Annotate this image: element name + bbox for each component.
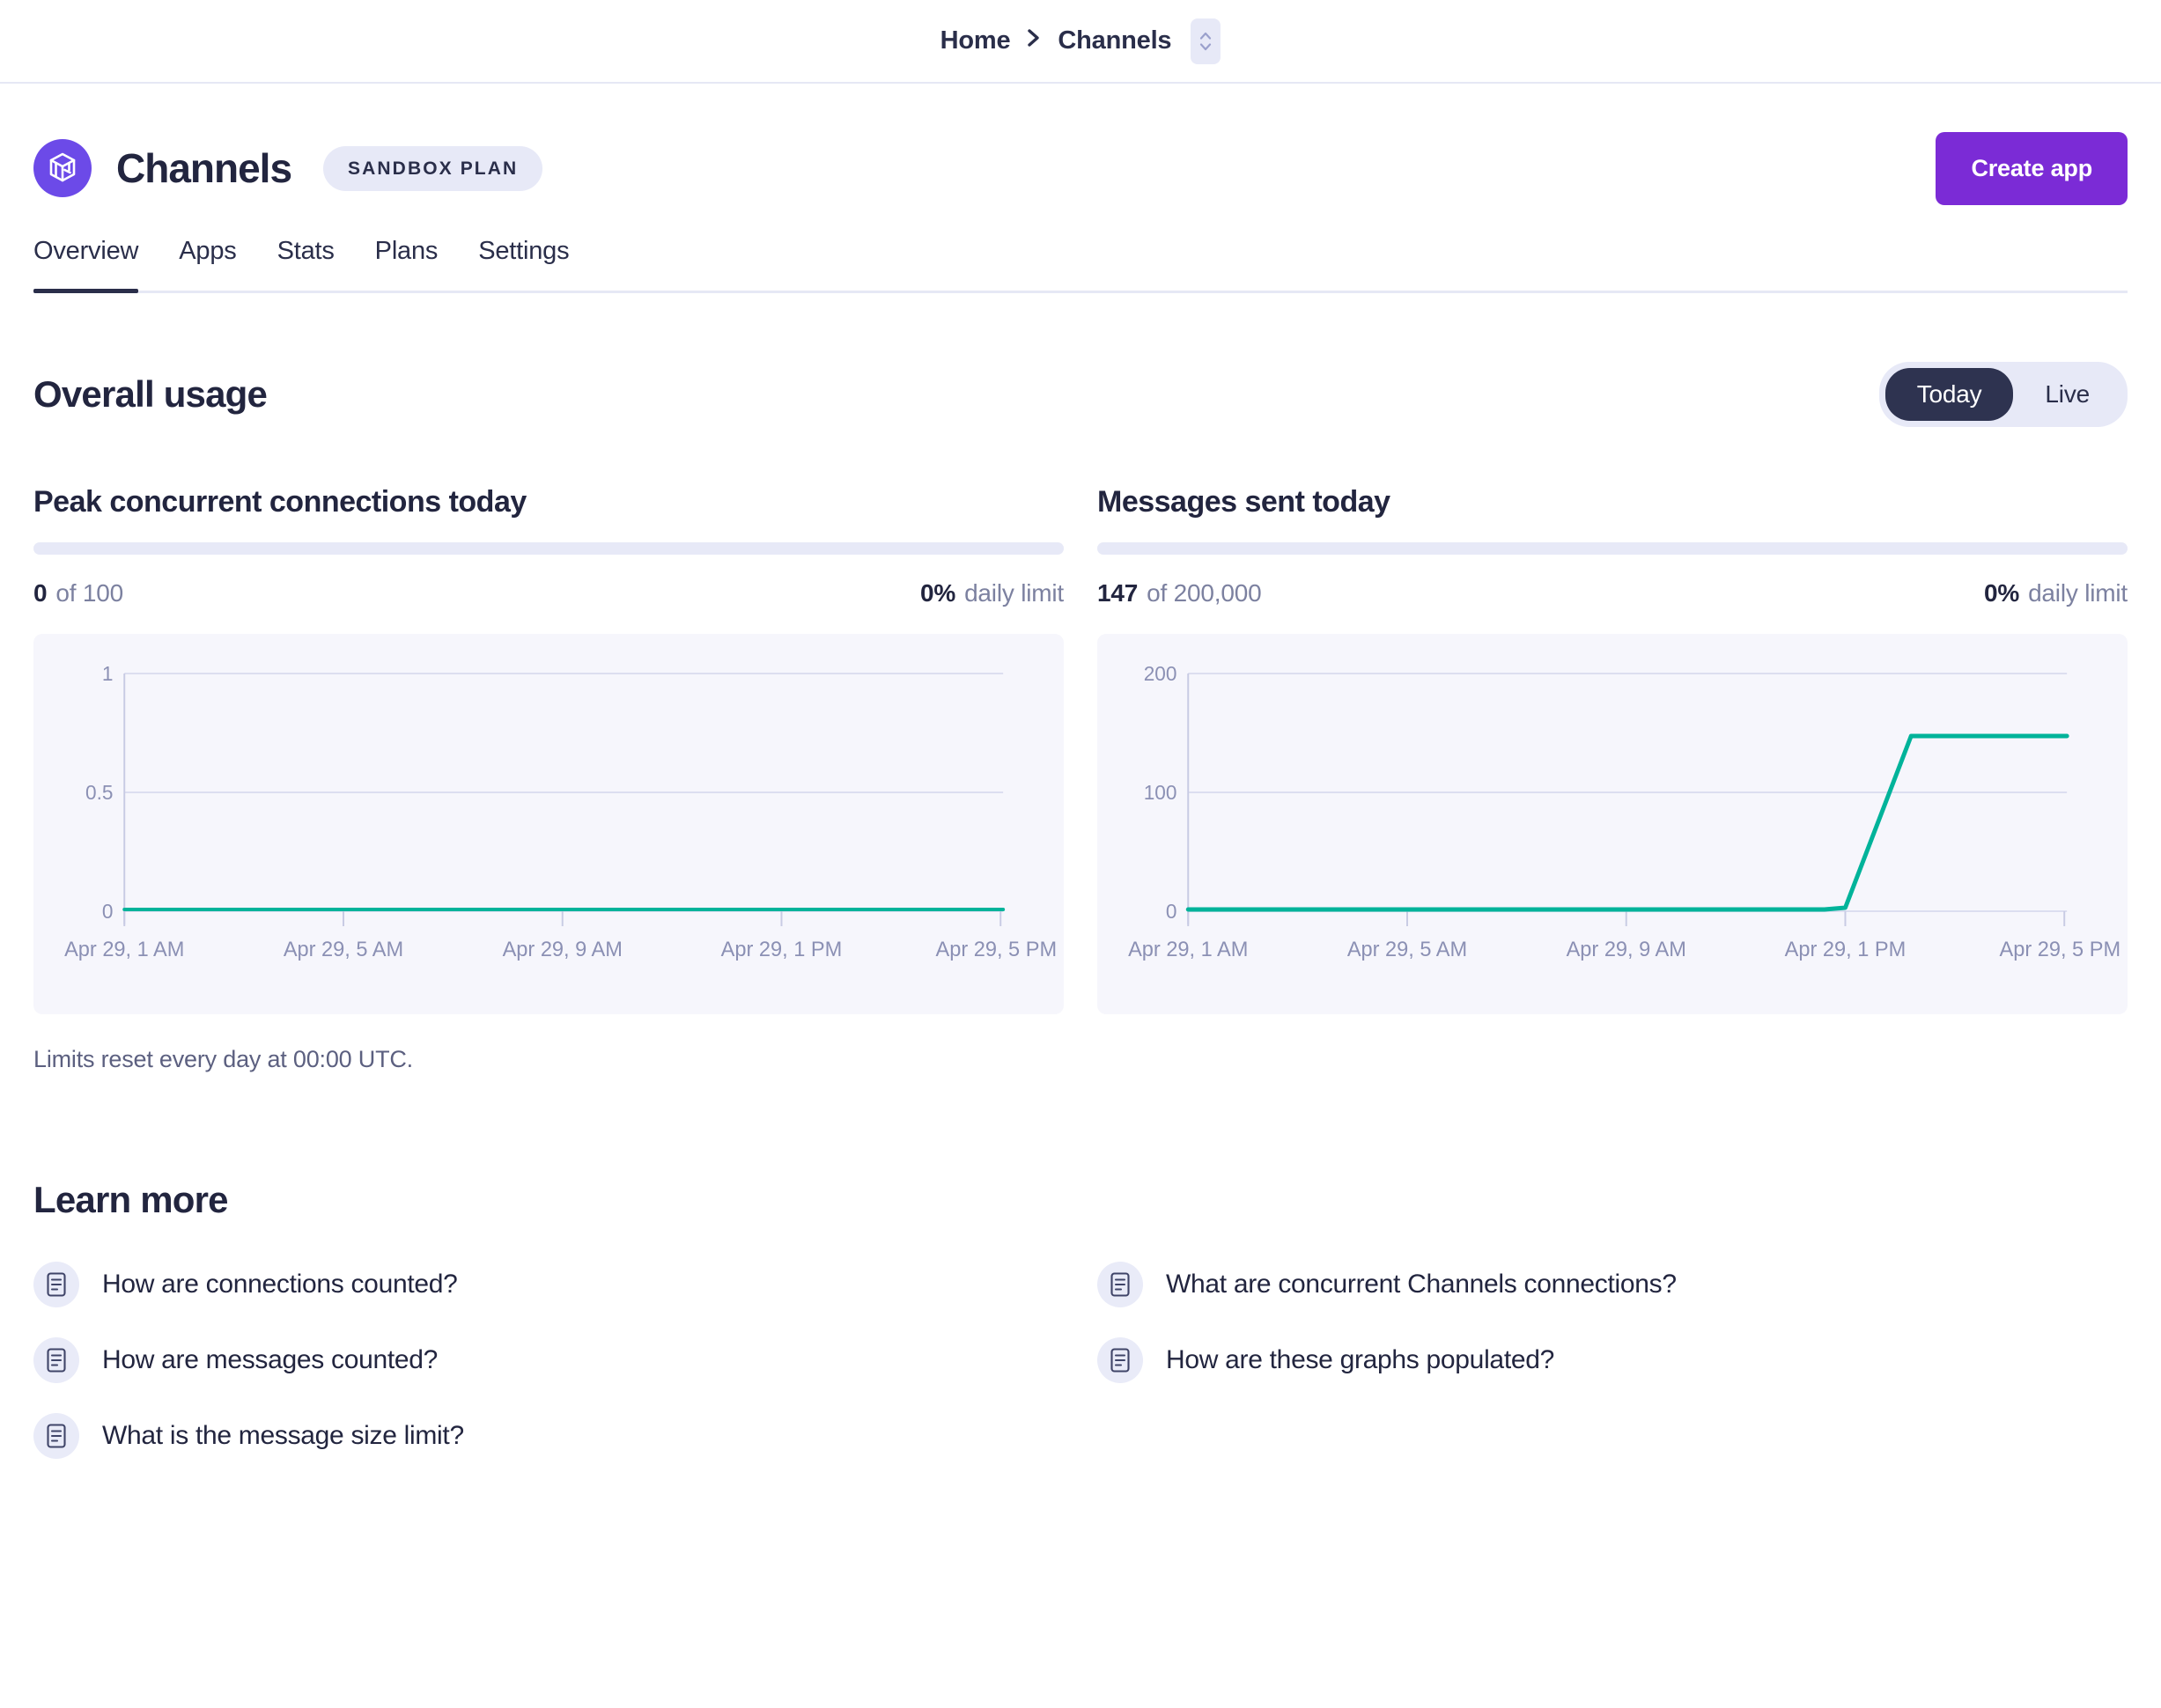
messages-progress-bar [1097, 542, 2128, 555]
create-app-button[interactable]: Create app [1936, 131, 2128, 205]
learn-more-grid: How are connections counted? How are mes… [33, 1262, 2128, 1489]
learn-link-how-messages-counted[interactable]: How are messages counted? [33, 1337, 1064, 1383]
overall-usage-header: Overall usage Today Live [33, 362, 2128, 427]
messages-ytick-100: 100 [1144, 781, 1177, 804]
range-toggle: Today Live [1878, 362, 2128, 427]
tab-stats[interactable]: Stats [277, 237, 335, 291]
learn-link-how-connections-counted[interactable]: How are connections counted? [33, 1262, 1064, 1307]
learn-link-label: How are connections counted? [102, 1270, 458, 1299]
app-header: Channels SANDBOX PLAN Create app [33, 84, 2128, 233]
messages-percent-suffix: daily limit [2028, 579, 2128, 607]
page-title: Channels [116, 145, 292, 191]
breadcrumb-chevron-right-icon [1026, 27, 1042, 53]
messages-line-chart: 200 100 0 Apr 29, 1 AM Apr 29, 5 AM Apr … [1128, 662, 2121, 961]
document-icon [1097, 1262, 1143, 1307]
plan-badge: SANDBOX PLAN [323, 145, 543, 191]
tab-settings[interactable]: Settings [478, 237, 569, 291]
learn-link-what-are-concurrent-connections[interactable]: What are concurrent Channels connections… [1097, 1262, 2128, 1307]
connections-limit-text: of 100 [55, 579, 124, 607]
breadcrumb-bar: Home Channels [0, 0, 2161, 84]
connections-ytick-05: 0.5 [85, 781, 113, 804]
learn-link-label: What is the message size limit? [102, 1421, 464, 1450]
messages-limit-text: of 200,000 [1147, 579, 1262, 607]
nav-tabs: Overview Apps Stats Plans Settings [33, 237, 2128, 293]
tab-overview[interactable]: Overview [33, 237, 139, 293]
connections-xtick-3: Apr 29, 1 PM [721, 938, 843, 961]
document-icon [1097, 1337, 1143, 1383]
tab-plans[interactable]: Plans [375, 237, 439, 291]
connections-ytick-0: 0 [102, 900, 114, 923]
document-icon [33, 1337, 79, 1383]
connections-xtick-0: Apr 29, 1 AM [64, 938, 184, 961]
messages-xtick-0: Apr 29, 1 AM [1128, 938, 1248, 961]
learn-link-how-graphs-populated[interactable]: How are these graphs populated? [1097, 1337, 2128, 1383]
breadcrumb: Home Channels [940, 18, 1221, 64]
chevron-up-down-icon [1198, 28, 1213, 55]
messages-card-title: Messages sent today [1097, 485, 1390, 519]
learn-more-right-column: What are concurrent Channels connections… [1097, 1262, 2128, 1489]
connections-xtick-4: Apr 29, 5 PM [936, 938, 1058, 961]
connections-line-chart: 1 0.5 0 Apr 29, 1 AM Apr 29, 5 AM Apr 29… [64, 662, 1058, 961]
usage-cards-grid: Peak concurrent connections today 0 of 1… [33, 485, 2128, 1073]
connections-xtick-2: Apr 29, 9 AM [503, 938, 623, 961]
connections-card-title: Peak concurrent connections today [33, 485, 527, 519]
messages-xtick-4: Apr 29, 5 PM [2000, 938, 2121, 961]
tab-apps[interactable]: Apps [179, 237, 237, 291]
connections-ytick-1: 1 [102, 662, 114, 685]
overall-usage-title: Overall usage [33, 373, 268, 415]
connections-xtick-1: Apr 29, 5 AM [284, 938, 403, 961]
learn-link-label: How are messages counted? [102, 1345, 439, 1374]
messages-value: 147 [1097, 579, 1139, 607]
breadcrumb-current-item[interactable]: Channels [1058, 26, 1171, 55]
messages-xtick-3: Apr 29, 1 PM [1785, 938, 1907, 961]
learn-link-label: What are concurrent Channels connections… [1166, 1270, 1677, 1299]
limits-reset-note: Limits reset every day at 00:00 UTC. [33, 1046, 413, 1072]
connections-stats-row: 0 of 100 0% daily limit [33, 579, 1064, 607]
messages-xtick-1: Apr 29, 5 AM [1347, 938, 1467, 961]
page-container: Channels SANDBOX PLAN Create app Overvie… [0, 84, 2161, 1489]
messages-ytick-200: 200 [1144, 662, 1177, 685]
messages-chart-panel[interactable]: 200 100 0 Apr 29, 1 AM Apr 29, 5 AM Apr … [1097, 634, 2128, 1014]
connections-chart-panel[interactable]: 1 0.5 0 Apr 29, 1 AM Apr 29, 5 AM Apr 29… [33, 634, 1064, 1014]
document-icon [33, 1262, 79, 1307]
learn-more-left-column: How are connections counted? How are mes… [33, 1262, 1064, 1489]
messages-stats-row: 147 of 200,000 0% daily limit [1097, 579, 2128, 607]
learn-more-title: Learn more [33, 1179, 229, 1220]
breadcrumb-home-link[interactable]: Home [940, 26, 1011, 55]
messages-xtick-2: Apr 29, 9 AM [1567, 938, 1686, 961]
connections-percent-suffix: daily limit [964, 579, 1064, 607]
usage-card-connections: Peak concurrent connections today 0 of 1… [33, 485, 1064, 1073]
learn-link-message-size-limit[interactable]: What is the message size limit? [33, 1413, 1064, 1459]
product-switcher-button[interactable] [1191, 18, 1221, 64]
range-option-today[interactable]: Today [1884, 368, 2014, 421]
document-icon [33, 1413, 79, 1459]
usage-card-messages: Messages sent today 147 of 200,000 0% da… [1097, 485, 2128, 1073]
messages-percent: 0% [1983, 579, 2020, 607]
connections-percent: 0% [919, 579, 956, 607]
learn-link-label: How are these graphs populated? [1166, 1345, 1555, 1374]
messages-ytick-0: 0 [1166, 900, 1177, 923]
range-option-live[interactable]: Live [2013, 368, 2121, 421]
connections-value: 0 [33, 579, 48, 607]
connections-progress-bar [33, 542, 1064, 555]
channels-logo-icon [33, 139, 92, 197]
